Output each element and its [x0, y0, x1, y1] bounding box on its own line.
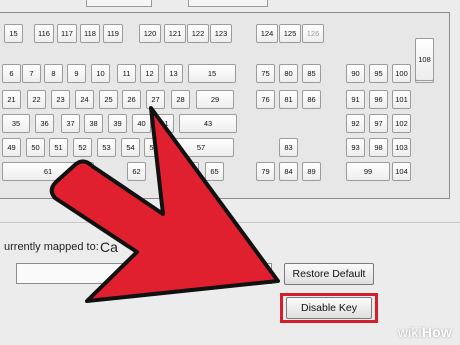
key-40[interactable]: 40 [132, 114, 151, 133]
key-36[interactable]: 36 [35, 114, 54, 133]
key-12[interactable]: 12 [140, 64, 159, 83]
key-86[interactable]: 86 [302, 90, 321, 109]
wikihow-watermark: wikiHow [398, 324, 452, 340]
key-79[interactable]: 79 [256, 162, 275, 181]
key-21[interactable]: 21 [2, 90, 21, 109]
key-37[interactable]: 37 [61, 114, 80, 133]
key-6[interactable]: 6 [2, 64, 21, 83]
key-23[interactable]: 23 [51, 90, 70, 109]
key-39[interactable]: 39 [108, 114, 127, 133]
key-90[interactable]: 90 [346, 64, 365, 83]
key-126[interactable]: 126 [302, 24, 324, 43]
key-15[interactable]: 15 [4, 24, 23, 43]
key-76[interactable]: 76 [256, 90, 275, 109]
top-panel-fragment-right [188, 0, 268, 7]
key-93[interactable]: 93 [346, 138, 365, 157]
key-7[interactable]: 7 [22, 64, 41, 83]
key-101[interactable]: 101 [392, 90, 411, 109]
watermark-wiki: wiki [397, 324, 422, 340]
key-103[interactable]: 103 [392, 138, 411, 157]
key-104[interactable]: 104 [392, 162, 411, 181]
key-9[interactable]: 9 [67, 64, 86, 83]
key-55[interactable]: 55 [144, 138, 163, 157]
watermark-how: How [421, 324, 452, 340]
remap-target-field[interactable] [16, 263, 272, 284]
key-117[interactable]: 117 [57, 24, 77, 43]
key-64[interactable]: 64 [180, 162, 199, 181]
key-98[interactable]: 98 [369, 138, 388, 157]
restore-default-button[interactable]: Restore Default [284, 263, 374, 285]
key-80[interactable]: 80 [279, 64, 298, 83]
key-108[interactable]: 108 [415, 38, 434, 81]
key-43[interactable]: 43 [179, 114, 237, 133]
key-102[interactable]: 102 [392, 114, 411, 133]
mapped-to-value: Ca [100, 239, 118, 255]
key-99[interactable]: 99 [346, 162, 390, 181]
key-35[interactable]: 35 [2, 114, 30, 133]
key-26[interactable]: 26 [122, 90, 141, 109]
section-divider [0, 222, 460, 223]
disable-key-button[interactable]: Disable Key [286, 297, 372, 319]
key-41[interactable]: 41 [155, 114, 174, 133]
key-51[interactable]: 51 [49, 138, 68, 157]
key-13[interactable]: 13 [164, 64, 183, 83]
top-panel-fragment-left [86, 0, 152, 7]
key-53[interactable]: 53 [97, 138, 116, 157]
key-95[interactable]: 95 [369, 64, 388, 83]
key-81[interactable]: 81 [279, 90, 298, 109]
key-85[interactable]: 85 [302, 64, 321, 83]
key-119[interactable]: 119 [103, 24, 123, 43]
key-65[interactable]: 65 [205, 162, 224, 181]
key-124[interactable]: 124 [256, 24, 278, 43]
key-123[interactable]: 123 [210, 24, 232, 43]
key-22[interactable]: 22 [27, 90, 46, 109]
key-89[interactable]: 89 [302, 162, 321, 181]
key-116[interactable]: 116 [34, 24, 54, 43]
key-125[interactable]: 125 [279, 24, 301, 43]
key-92[interactable]: 92 [346, 114, 365, 133]
key-10[interactable]: 10 [91, 64, 110, 83]
key-52[interactable]: 52 [73, 138, 92, 157]
key-120[interactable]: 120 [139, 24, 161, 43]
key-11[interactable]: 11 [117, 64, 136, 83]
key-97[interactable]: 97 [369, 114, 388, 133]
key-122[interactable]: 122 [187, 24, 209, 43]
key-61[interactable]: 61 [2, 162, 94, 181]
key-100[interactable]: 100 [392, 64, 411, 83]
key-8[interactable]: 8 [44, 64, 63, 83]
mapped-to-label: urrently mapped to: [4, 241, 99, 253]
key-91[interactable]: 91 [346, 90, 365, 109]
key-96[interactable]: 96 [369, 90, 388, 109]
key-15[interactable]: 15 [188, 64, 236, 83]
key-54[interactable]: 54 [121, 138, 140, 157]
key-57[interactable]: 57 [168, 138, 234, 157]
key-38[interactable]: 38 [84, 114, 103, 133]
key-121[interactable]: 121 [164, 24, 186, 43]
key-50[interactable]: 50 [26, 138, 45, 157]
key-25[interactable]: 25 [99, 90, 118, 109]
key-62[interactable]: 62 [127, 162, 146, 181]
key-83[interactable]: 83 [279, 138, 298, 157]
key-49[interactable]: 49 [2, 138, 21, 157]
key-84[interactable]: 84 [279, 162, 298, 181]
key-75[interactable]: 75 [256, 64, 275, 83]
key-24[interactable]: 24 [75, 90, 94, 109]
key-mapping-window: 15 116 117 118 119 120 121 122 123 124 125 126 6 7 8 9 1… [0, 0, 460, 345]
key-28[interactable]: 28 [171, 90, 190, 109]
key-118[interactable]: 118 [80, 24, 100, 43]
key-29[interactable]: 29 [196, 90, 234, 109]
key-27[interactable]: 27 [146, 90, 165, 109]
